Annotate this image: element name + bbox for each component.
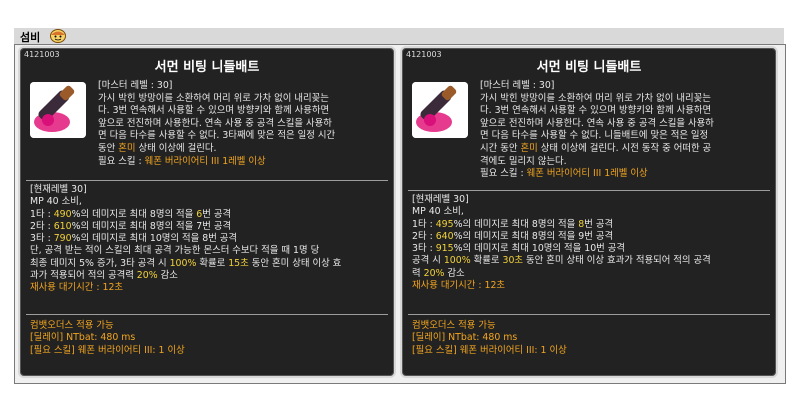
hit1-tail: 번 공격 xyxy=(584,218,614,230)
current-level: [현재레벨 30] xyxy=(30,184,87,195)
cooldown: 재사용 대기시간 : 12초 xyxy=(30,282,124,294)
extra-effect-line: 단, 공격 받는 적이 스킬의 최대 공격 가능한 몬스터 수보다 적을 때 1… xyxy=(30,245,320,257)
stun-chance: 100% xyxy=(169,257,197,269)
divider xyxy=(26,314,388,315)
status-keyword: 혼미 xyxy=(520,142,538,154)
status-keyword: 혼미 xyxy=(118,142,136,154)
hit2-text: %의 데미지로 최대 8명의 적을 7번 공격 xyxy=(71,220,232,232)
required-skill-info: [필요 스킬] 웨폰 버라이어티 III: 1 이상 xyxy=(30,344,185,356)
current-level-block: [현재레벨 30] MP 40 소비, 1타 : 495%의 데미지로 최대 8… xyxy=(412,194,766,292)
desc-line: 격에도 밀리지 않는다. xyxy=(480,155,567,167)
required-skill-label: 필요 스킬 : xyxy=(480,168,527,180)
desc-line: 가시 박힌 방망이를 소환하여 머리 위로 가차 없이 내리꽂는 xyxy=(480,92,711,104)
mp-cost: MP 40 소비, xyxy=(412,206,464,218)
emoticon-face-icon xyxy=(50,29,66,43)
hit3-damage: 790 xyxy=(53,233,72,245)
skill-name: 서먼 비팅 니들배트 xyxy=(536,60,642,75)
master-level: [마스터 레벨 : 30] xyxy=(480,80,555,91)
extra-effect-line: 최종 데미지 5% 증가, 3타 공격 시 xyxy=(30,257,170,269)
combo-orders-note: 컴뱃오더스 적용 가능 xyxy=(412,320,496,331)
skill-description: [마스터 레벨 : 30] 가시 박힌 방망이를 소환하여 머리 위로 가차 없… xyxy=(480,80,768,181)
stun-duration: 30초 xyxy=(502,255,524,267)
desc-line: 시간 동안 xyxy=(480,142,521,154)
delay-info: [딜레이] NTbat: 480 ms xyxy=(412,332,518,344)
desc-line: 다. 3번 연속해서 사용할 수 있으며 방향키와 함께 사용하면 xyxy=(480,105,712,117)
desc-line: 다. 3번 연속해서 사용할 수 있으며 방향키와 함께 사용하면 xyxy=(98,105,330,117)
top-bar: 섬비 xyxy=(14,28,784,45)
extra-effect-line: 감소 xyxy=(444,267,465,279)
divider xyxy=(408,190,770,191)
extra-effect-line: 동안 혼미 상태 이상 효과가 적용되어 적의 공격 xyxy=(523,255,711,267)
hit3-label: 3타 : xyxy=(30,233,54,245)
skill-name: 서먼 비팅 니들배트 xyxy=(154,60,260,75)
hit1-damage: 490 xyxy=(53,208,72,220)
hit1-label: 1타 : xyxy=(412,218,436,230)
required-skill-info: [필요 스킬] 웨폰 버라이어티 III: 1 이상 xyxy=(412,344,567,356)
footer-block: 컴뱃오더스 적용 가능 [딜레이] NTbat: 480 ms [필요 스킬] … xyxy=(412,320,766,357)
hit1-text: %의 데미지로 최대 8명의 적을 xyxy=(453,218,579,230)
skill-tooltip-left: 4121003 서먼 비팅 니들배트 [마스터 레벨 : 30] 가시 박힌 방… xyxy=(18,46,396,378)
required-skill-value: 웨폰 버라이어티 III 1레벨 이상 xyxy=(144,155,266,167)
desc-line: 상태 이상에 걸린다. 시전 동작 중 어떠한 공 xyxy=(537,142,712,154)
hit1-text: %의 데미지로 최대 8명의 적을 xyxy=(71,208,197,220)
attack-reduction: 20% xyxy=(423,267,445,279)
skill-description: [마스터 레벨 : 30] 가시 박힌 방망이를 소환하여 머리 위로 가차 없… xyxy=(98,80,386,168)
extra-effect-line: 과가 적용되어 적의 공격력 xyxy=(30,270,137,282)
hit3-text: %의 데미지로 최대 10명의 적을 8번 공격 xyxy=(71,233,238,245)
footer-block: 컴뱃오더스 적용 가능 [딜레이] NTbat: 480 ms [필요 스킬] … xyxy=(30,320,384,357)
hit1-label: 1타 : xyxy=(30,208,54,220)
hit1-damage: 495 xyxy=(435,218,454,230)
desc-line: 앞으로 전진하며 사용한다. 연속 사용 중 공격 스킬을 사용하 xyxy=(480,117,714,129)
stun-duration: 15초 xyxy=(228,257,249,269)
divider xyxy=(408,314,770,315)
hit3-label: 3타 : xyxy=(412,243,436,255)
needle-bat-skill-icon xyxy=(412,82,468,138)
desc-line: 면 다음 타수를 사용할 수 없다. 니들배트에 맞은 적은 일정 xyxy=(480,130,709,142)
cooldown: 재사용 대기시간 : 12초 xyxy=(412,280,506,292)
desc-line: 앞으로 전진하며 사용한다. 연속 사용 중 공격 스킬을 사용하 xyxy=(98,117,332,129)
delay-info: [딜레이] NTbat: 480 ms xyxy=(30,332,136,344)
desc-line: 상태 이상에 걸린다. xyxy=(135,142,217,154)
needle-bat-skill-icon xyxy=(30,82,86,138)
hit2-text: %의 데미지로 최대 8명의 적을 9번 공격 xyxy=(453,230,614,242)
master-level: [마스터 레벨 : 30] xyxy=(98,80,173,91)
extra-effect-line: 확률로 xyxy=(470,255,503,267)
extra-effect-line: 공격 시 xyxy=(412,255,444,267)
hit3-damage: 915 xyxy=(435,243,454,255)
hit1-tail: 번 공격 xyxy=(202,208,232,220)
hit3-text: %의 데미지로 최대 10명의 적을 10번 공격 xyxy=(453,243,626,255)
current-level-block: [현재레벨 30] MP 40 소비, 1타 : 490%의 데미지로 최대 8… xyxy=(30,184,384,295)
header-title: 섬비 xyxy=(20,31,41,44)
hit2-damage: 640 xyxy=(435,230,454,242)
extra-effect-line: 확률로 xyxy=(196,257,229,269)
combo-orders-note: 컴뱃오더스 적용 가능 xyxy=(30,320,114,331)
desc-line: 동안 xyxy=(98,142,119,154)
attack-reduction: 20% xyxy=(136,270,158,282)
current-level: [현재레벨 30] xyxy=(412,194,469,205)
skill-tooltip-right: 4121003 서먼 비팅 니들배트 [마스터 레벨 : 30] 가시 박힌 방… xyxy=(400,46,778,378)
required-skill-label: 필요 스킬 : xyxy=(98,155,145,167)
desc-line: 가시 박힌 방망이를 소환하여 머리 위로 가차 없이 내리꽂는 xyxy=(98,92,329,104)
divider xyxy=(26,180,388,181)
hit2-label: 2타 : xyxy=(30,220,54,232)
extra-effect-line: 동안 혼미 상태 이상 효 xyxy=(248,257,342,269)
mp-cost: MP 40 소비, xyxy=(30,196,82,208)
required-skill-value: 웨폰 버라이어티 III 1레벨 이상 xyxy=(526,168,648,180)
extra-effect-line: 력 xyxy=(412,267,424,279)
hit2-label: 2타 : xyxy=(412,230,436,242)
extra-effect-line: 감소 xyxy=(157,270,178,282)
stun-chance: 100% xyxy=(443,255,471,267)
desc-line: 면 다음 타수를 사용할 수 없다. 3타째에 맞은 적은 일정 시간 xyxy=(98,130,336,142)
hit2-damage: 610 xyxy=(53,220,72,232)
